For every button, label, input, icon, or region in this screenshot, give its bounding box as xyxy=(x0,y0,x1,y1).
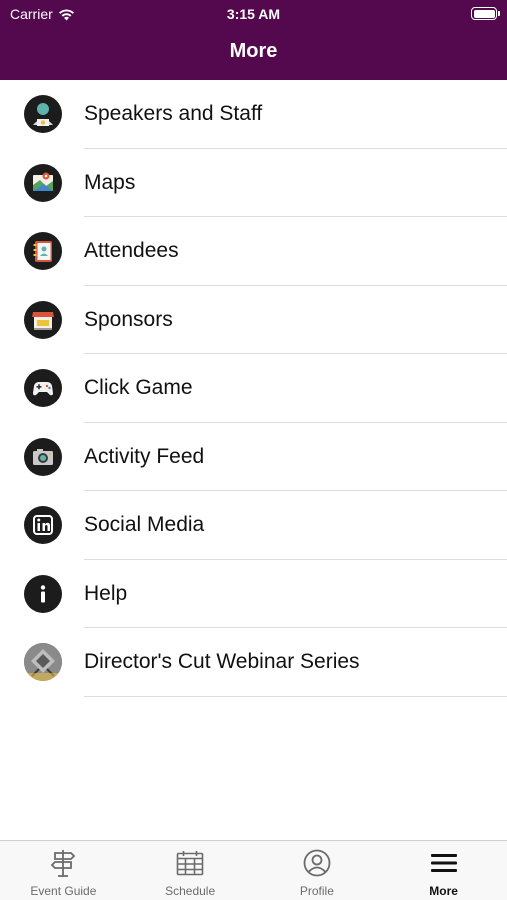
divider xyxy=(84,695,507,697)
status-bar: Carrier 3:15 AM xyxy=(0,0,507,28)
signpost-icon xyxy=(48,848,78,878)
menu-item-label: Social Media xyxy=(84,513,205,537)
more-menu-list: Speakers and Staff Maps Attendees Sponso… xyxy=(0,80,507,697)
menu-item-label: Click Game xyxy=(84,376,193,400)
menu-item-social-media[interactable]: Social Media xyxy=(0,491,507,560)
header: Carrier 3:15 AM More xyxy=(0,0,507,80)
menu-item-label: Sponsors xyxy=(84,307,173,331)
storefront-icon xyxy=(24,300,62,339)
tab-event-guide[interactable]: Event Guide xyxy=(0,841,127,900)
tab-more[interactable]: More xyxy=(380,841,507,900)
speaker-person-icon xyxy=(24,95,62,134)
menu-item-help[interactable]: Help xyxy=(0,560,507,628)
menu-item-label: Help xyxy=(84,581,128,605)
menu-item-label: Maps xyxy=(84,170,136,194)
tab-profile[interactable]: Profile xyxy=(254,841,381,900)
menu-item-maps[interactable]: Maps xyxy=(0,149,507,217)
menu-item-attendees[interactable]: Attendees xyxy=(0,217,507,286)
contact-book-icon xyxy=(24,232,62,271)
map-pin-icon xyxy=(24,163,62,202)
hamburger-menu-icon xyxy=(429,848,459,878)
battery-icon xyxy=(471,7,500,20)
menu-item-label: Director's Cut Webinar Series xyxy=(84,650,360,674)
menu-item-activity-feed[interactable]: Activity Feed xyxy=(0,423,507,491)
menu-item-label: Speakers and Staff xyxy=(84,102,263,126)
page-title: More xyxy=(229,40,278,62)
tab-label: Schedule xyxy=(165,884,216,898)
tab-label: Profile xyxy=(299,884,334,898)
menu-item-speakers-and-staff[interactable]: Speakers and Staff xyxy=(0,80,507,149)
tab-label: More xyxy=(429,884,458,898)
tab-label: Event Guide xyxy=(30,884,97,898)
camera-icon xyxy=(24,437,62,476)
gamepad-icon xyxy=(24,369,62,408)
linkedin-icon xyxy=(24,506,62,545)
tab-bar: Event Guide Schedule Profile More xyxy=(0,840,507,900)
tab-schedule[interactable]: Schedule xyxy=(127,841,254,900)
profile-icon xyxy=(302,848,332,878)
webinar-logo-icon xyxy=(24,643,62,682)
menu-item-directors-cut-webinar-series[interactable]: Director's Cut Webinar Series xyxy=(0,628,507,697)
menu-item-sponsors[interactable]: Sponsors xyxy=(0,286,507,354)
menu-item-label: Activity Feed xyxy=(84,444,205,468)
menu-item-click-game[interactable]: Click Game xyxy=(0,354,507,423)
menu-item-label: Attendees xyxy=(84,239,179,263)
info-icon xyxy=(24,574,62,613)
calendar-icon xyxy=(175,848,205,878)
status-time: 3:15 AM xyxy=(226,6,281,22)
